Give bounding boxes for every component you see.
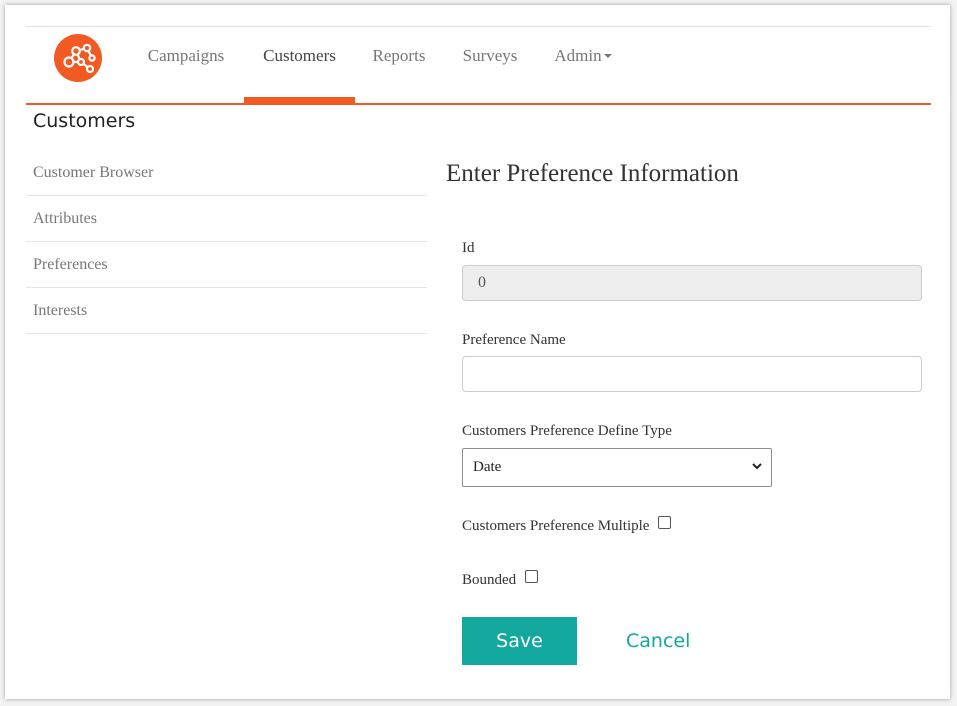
- nav-reports-label: Reports: [372, 46, 426, 65]
- define-type-selected-value: Date: [473, 459, 502, 475]
- bounded-checkbox[interactable]: [525, 570, 539, 583]
- nav-campaigns[interactable]: Campaigns: [136, 27, 236, 103]
- save-button[interactable]: Save: [462, 617, 577, 665]
- navbar-underline: [26, 103, 931, 105]
- chevron-down-icon: [751, 449, 763, 501]
- nav-reports[interactable]: Reports: [363, 27, 435, 103]
- nav-admin-label: Admin: [554, 46, 602, 65]
- multiple-label: Customers Preference Multiple: [462, 518, 650, 534]
- nav-customers-label: Customers: [263, 46, 336, 65]
- preference-name-label: Preference Name: [462, 332, 566, 348]
- id-field: [462, 265, 922, 301]
- nav-surveys[interactable]: Surveys: [453, 27, 527, 103]
- preference-name-input[interactable]: [462, 356, 922, 392]
- multiple-row: Customers Preference Multiple: [462, 516, 672, 535]
- nav-campaigns-label: Campaigns: [147, 46, 225, 65]
- sidebar-item-preferences[interactable]: Preferences: [26, 242, 427, 288]
- define-type-select[interactable]: Date: [462, 448, 772, 487]
- logo-icon[interactable]: [54, 34, 102, 82]
- sidebar-item-interests[interactable]: Interests: [26, 288, 427, 334]
- cancel-button[interactable]: Cancel: [618, 617, 698, 665]
- id-label: Id: [462, 240, 475, 256]
- section-title: Customers: [33, 110, 136, 132]
- bounded-label: Bounded: [462, 572, 517, 588]
- sidebar-item-customer-browser[interactable]: Customer Browser: [26, 150, 427, 196]
- caret-down-icon: [603, 54, 612, 58]
- sidebar: Customer Browser Attributes Preferences …: [26, 150, 427, 334]
- nav-surveys-label: Surveys: [462, 46, 518, 65]
- top-navbar: Campaigns Customers Reports Surveys Admi…: [26, 27, 931, 104]
- app-frame: Campaigns Customers Reports Surveys Admi…: [5, 5, 950, 699]
- nav-admin-dropdown[interactable]: Admin: [546, 27, 620, 103]
- nav-customers[interactable]: Customers: [244, 27, 355, 103]
- bounded-row: Bounded: [462, 570, 539, 589]
- form-title: Enter Preference Information: [446, 160, 739, 187]
- sidebar-item-attributes[interactable]: Attributes: [26, 196, 427, 242]
- multiple-checkbox[interactable]: [658, 516, 672, 529]
- define-type-label: Customers Preference Define Type: [462, 423, 672, 439]
